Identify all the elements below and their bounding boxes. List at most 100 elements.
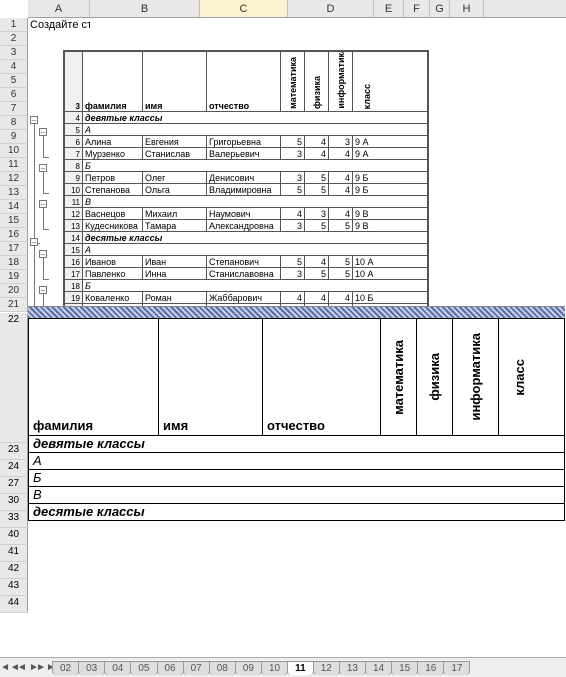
ex-cell: Коваленко [83, 292, 143, 303]
row-num[interactable]: 33 [0, 511, 28, 528]
sheet-tab[interactable]: 02 [52, 661, 79, 675]
tab-nav-prev-icon[interactable]: ◄ [16, 661, 28, 675]
row-num[interactable]: 12 [0, 172, 28, 186]
ex-cell: Ольга [143, 184, 207, 195]
ex-cell: Денисович [207, 172, 281, 183]
row-num[interactable]: 40 [0, 528, 28, 545]
tab-nav-first-icon[interactable]: ◄◄ [4, 661, 16, 675]
outline-collapse-icon[interactable]: – [39, 164, 47, 172]
ut-header-math[interactable]: математика [381, 319, 417, 435]
ex-cell: Степанович [207, 256, 281, 267]
ut-header-klass[interactable]: класс [499, 319, 539, 435]
ut-header-otch[interactable]: отчество [263, 319, 381, 435]
ut-header-phys[interactable]: физика [417, 319, 453, 435]
row-num[interactable]: 19 [0, 270, 28, 284]
row-num[interactable]: 44 [0, 596, 28, 613]
col-E[interactable]: E [374, 0, 404, 17]
row-num[interactable]: 21 [0, 298, 28, 312]
ex-cell: Петров [83, 172, 143, 183]
sheet-tab[interactable]: 07 [183, 661, 210, 675]
row-num[interactable]: 14 [0, 200, 28, 214]
ex-cell: 9 Б [353, 184, 381, 195]
ut-row-tenth[interactable]: десятые классы [28, 504, 565, 521]
row-num[interactable]: 43 [0, 579, 28, 596]
sheet-tab[interactable]: 14 [365, 661, 392, 675]
row-num[interactable]: 41 [0, 545, 28, 562]
ex-header-phys: физика [305, 52, 329, 111]
row-num[interactable]: 7 [0, 102, 28, 116]
col-A[interactable]: A [28, 0, 90, 17]
sheet-tab[interactable]: 12 [313, 661, 340, 675]
row-num[interactable]: 3 [0, 46, 28, 60]
row-num[interactable]: 27 [0, 477, 28, 494]
outline-collapse-icon[interactable]: – [39, 250, 47, 258]
grid-area: 1 Создайте структурную таблицу, ниже при… [0, 18, 566, 312]
row-num[interactable]: 11 [0, 158, 28, 172]
ex-cell: 3 [305, 208, 329, 219]
sheet-tab[interactable]: 15 [391, 661, 418, 675]
sheet-tab[interactable]: 16 [417, 661, 444, 675]
row-num[interactable]: 30 [0, 494, 28, 511]
ex-rownum: 15 [65, 244, 83, 255]
sheet-tab[interactable]: 03 [78, 661, 105, 675]
outline-collapse-icon[interactable]: – [39, 286, 47, 294]
sheet-tab[interactable]: 09 [235, 661, 262, 675]
sheet-tab[interactable]: 05 [130, 661, 157, 675]
ut-row-V[interactable]: В [28, 487, 565, 504]
col-F[interactable]: F [404, 0, 430, 17]
row-num[interactable]: 4 [0, 60, 28, 74]
ex-rownum: 10 [65, 184, 83, 195]
outline-collapse-icon[interactable]: – [30, 238, 38, 246]
ut-row-ninth[interactable]: девятые классы [28, 436, 565, 453]
sheet-tab[interactable]: 08 [209, 661, 236, 675]
ex-cell: Тамара [143, 220, 207, 231]
tab-nav-last-icon[interactable]: ►► [40, 661, 52, 675]
row-num[interactable]: 13 [0, 186, 28, 200]
ex-cell: 10 Б [353, 292, 381, 303]
row-num[interactable]: 23 [0, 443, 28, 460]
ex-rownum: 11 [65, 196, 83, 207]
col-H[interactable]: H [450, 0, 484, 17]
ex-cell: 10 А [353, 268, 381, 279]
ut-header-fam[interactable]: фамилия [29, 319, 159, 435]
ex-rownum: 8 [65, 160, 83, 171]
row-num[interactable]: 22 [0, 313, 28, 443]
col-G[interactable]: G [430, 0, 450, 17]
row-num[interactable]: 1 [0, 18, 28, 32]
ex-header-imya: имя [143, 52, 207, 111]
sheet-tab[interactable]: 13 [339, 661, 366, 675]
col-D[interactable]: D [288, 0, 374, 17]
row-num[interactable]: 17 [0, 242, 28, 256]
instruction-cell[interactable]: Создайте структурную таблицу, ниже приве… [28, 18, 90, 32]
row-num[interactable]: 20 [0, 284, 28, 298]
outline-collapse-icon[interactable]: – [39, 128, 47, 136]
row-num[interactable]: 10 [0, 144, 28, 158]
sheet-tab[interactable]: 04 [104, 661, 131, 675]
outline-collapse-icon[interactable]: – [30, 116, 38, 124]
row-num[interactable]: 5 [0, 74, 28, 88]
col-B[interactable]: B [90, 0, 200, 17]
sheet-tab[interactable]: 17 [443, 661, 470, 675]
sheet-tab[interactable]: 10 [261, 661, 288, 675]
row-num[interactable]: 9 [0, 130, 28, 144]
row-num[interactable]: 6 [0, 88, 28, 102]
ut-header-imya[interactable]: имя [159, 319, 263, 435]
ex-cell: 4 [329, 184, 353, 195]
outline-collapse-icon[interactable]: – [39, 200, 47, 208]
row-num[interactable]: 8 [0, 116, 28, 130]
row-num[interactable]: 15 [0, 214, 28, 228]
ex-cell: Александровна [207, 220, 281, 231]
col-C[interactable]: C [200, 0, 288, 17]
sheet-tab-active[interactable]: 11 [287, 661, 314, 675]
ut-header-inf[interactable]: информатика [453, 319, 499, 435]
row-num[interactable]: 18 [0, 256, 28, 270]
ut-row-B[interactable]: Б [28, 470, 565, 487]
sheet-tab[interactable]: 06 [157, 661, 184, 675]
row-num[interactable]: 16 [0, 228, 28, 242]
row-num[interactable]: 24 [0, 460, 28, 477]
ex-cell: 4 [281, 208, 305, 219]
row-num[interactable]: 2 [0, 32, 28, 46]
ut-row-A[interactable]: А [28, 453, 565, 470]
row-num[interactable]: 42 [0, 562, 28, 579]
sheet-tabs: ◄◄ ◄ ► ►► 02 03 04 05 06 07 08 09 10 11 … [0, 657, 566, 677]
